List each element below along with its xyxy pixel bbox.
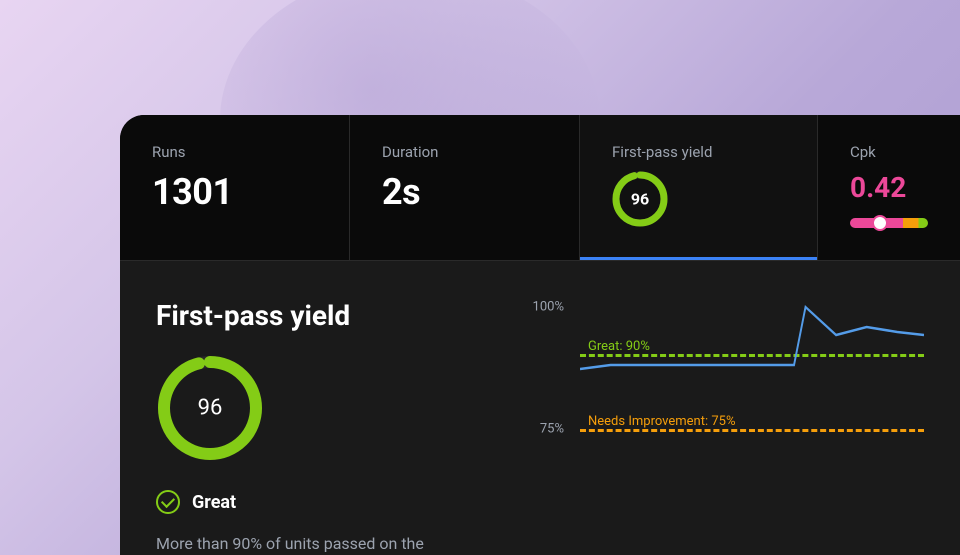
metric-label: Cpk xyxy=(850,143,928,161)
gauge-value: 96 xyxy=(631,190,649,209)
status-row: Great xyxy=(156,490,496,514)
gauge-value: 96 xyxy=(198,396,223,421)
status-label: Great xyxy=(192,492,236,513)
y-axis: 100% 75% xyxy=(528,299,572,479)
tab-first-pass-yield[interactable]: First-pass yield 96 xyxy=(580,115,818,260)
metric-tabs: Runs 1301 Duration 2s First-pass yield 9… xyxy=(120,115,960,261)
fpy-mini-gauge: 96 xyxy=(612,171,668,227)
fpy-big-gauge: 96 xyxy=(156,354,264,462)
cpk-slider xyxy=(850,218,928,230)
detail-description: More than 90% of units passed on the xyxy=(156,532,496,555)
tab-cpk[interactable]: Cpk 0.42 xyxy=(818,115,960,260)
metric-value: 2s xyxy=(382,171,547,213)
detail-content: First-pass yield 96 Great More than 90% … xyxy=(120,261,960,555)
metric-value: 1301 xyxy=(152,171,317,213)
detail-title: First-pass yield xyxy=(156,299,496,332)
metric-label: First-pass yield xyxy=(612,143,785,161)
tab-runs[interactable]: Runs 1301 xyxy=(120,115,350,260)
cpk-thumb xyxy=(872,215,888,231)
detail-left: First-pass yield 96 Great More than 90% … xyxy=(156,299,496,555)
dashboard-panel: Runs 1301 Duration 2s First-pass yield 9… xyxy=(120,115,960,555)
chart-plot: Great: 90% Needs Improvement: 75% xyxy=(580,299,924,479)
cpk-track xyxy=(850,218,928,228)
metric-value: 0.42 xyxy=(850,171,928,204)
metric-label: Runs xyxy=(152,143,317,161)
fpy-chart: 100% 75% Great: 90% Needs Improvement: 7… xyxy=(528,299,924,479)
tab-duration[interactable]: Duration 2s xyxy=(350,115,580,260)
line-chart-icon xyxy=(580,299,924,479)
check-circle-icon xyxy=(156,490,180,514)
y-tick: 75% xyxy=(540,422,564,437)
y-tick: 100% xyxy=(533,300,564,315)
metric-label: Duration xyxy=(382,143,547,161)
